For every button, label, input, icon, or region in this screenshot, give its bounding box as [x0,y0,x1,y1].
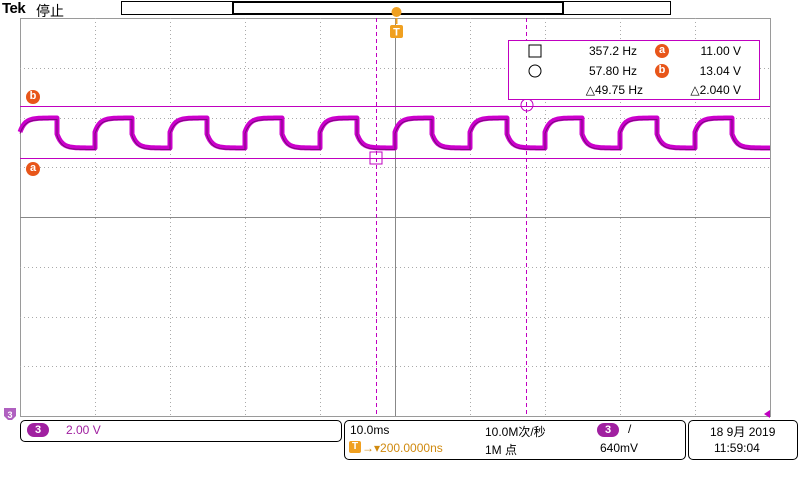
cursor-b-marker[interactable]: b [26,90,40,104]
channel3-badge: 3 [27,423,49,437]
cursor-a-marker[interactable]: a [26,162,40,176]
cursor-a-badge: a [655,44,669,58]
trigger-source-badge: 3 [597,423,619,437]
circle-cursor-freq: 57.80 Hz [588,64,637,78]
circle-cursor-icon [528,64,542,78]
trigger-position-dot [391,7,402,17]
cursor-b-voltage: 13.04 V [699,64,741,78]
square-cursor-icon [528,44,542,58]
trigger-slope-icon: / [628,422,632,436]
bottom-status-bar: 3 2.00 V 10.0ms T →▾200.0000ns 10.0M次/秒 … [0,418,800,480]
square-cursor-freq: 357.2 Hz [588,44,637,58]
date: 18 9月 2019 [710,425,776,439]
delta-freq: △49.75 Hz [585,83,643,97]
trigger-delay: →▾200.0000ns [362,441,443,455]
trigger-level: 640mV [600,441,639,455]
trigger-marker-label: T [393,27,400,39]
cursor-a-voltage: 11.00 V [700,44,741,58]
channel3-volts-div: 2.00 V [66,423,101,437]
cursor-b-badge: b [655,64,669,78]
cursor-readout-panel: 357.2 Hz 57.80 Hz △49.75 Hz a b 11.00 V … [508,40,760,100]
record-length: 1M 点 [485,443,518,457]
trigger-delay-icon: T [349,441,361,453]
time: 11:59:04 [714,441,760,455]
delta-voltage: △2.040 V [690,83,741,97]
sample-rate: 10.0M次/秒 [485,425,546,439]
timebase: 10.0ms [350,423,390,437]
